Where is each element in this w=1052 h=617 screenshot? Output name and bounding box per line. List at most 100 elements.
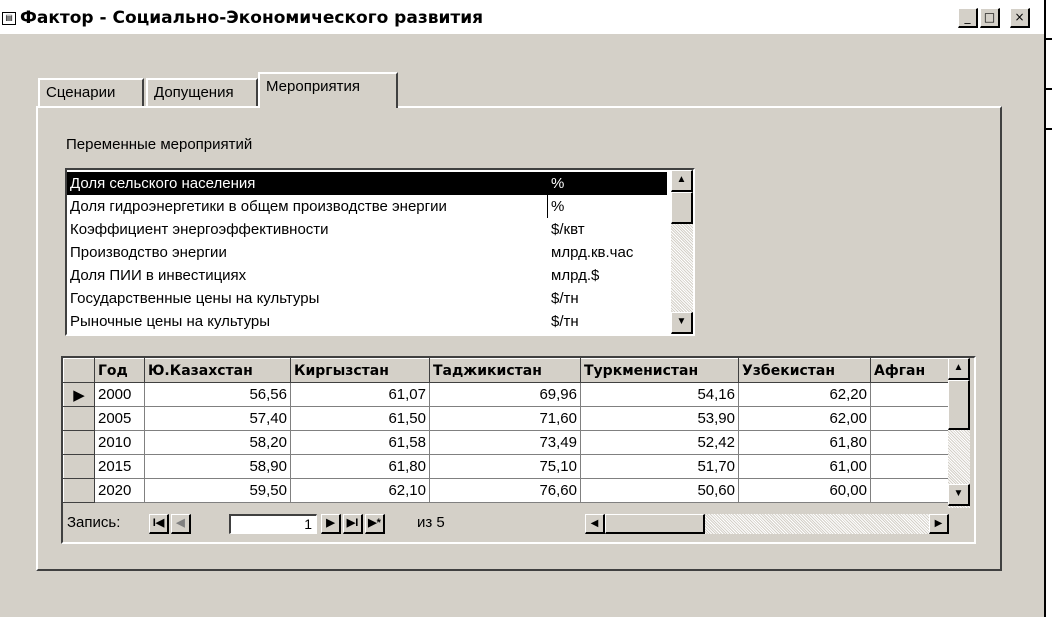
- header-row: Год Ю.Казахстан Киргызстан Таджикистан Т…: [63, 358, 961, 383]
- table-cell[interactable]: 52,42: [580, 430, 739, 455]
- table-cell[interactable]: 69,96: [429, 382, 581, 407]
- current-record-arrow-icon[interactable]: ▶: [63, 382, 95, 407]
- record-number-input[interactable]: 1: [229, 514, 317, 534]
- close-button[interactable]: ×: [1010, 8, 1030, 28]
- scroll-left-icon[interactable]: ◀: [585, 514, 605, 534]
- row-selector[interactable]: [63, 478, 95, 503]
- table-cell[interactable]: 2005: [94, 406, 145, 431]
- list-item-unit: млрд.$: [551, 267, 600, 284]
- table-cell[interactable]: 61,80: [738, 430, 871, 455]
- scroll-up-icon[interactable]: ▲: [948, 358, 970, 380]
- column-header[interactable]: Туркменистан: [580, 358, 739, 383]
- variables-listbox[interactable]: Доля сельского населения % Доля гидроэне…: [65, 168, 695, 336]
- table-row[interactable]: 2015 58,90 61,80 75,10 51,70 61,00: [63, 454, 961, 479]
- list-item[interactable]: Доля ПИИ в инвестициях млрд.$: [67, 264, 667, 287]
- minimize-button[interactable]: _: [958, 8, 978, 28]
- table-cell[interactable]: 61,50: [290, 406, 430, 431]
- table-cell[interactable]: 57,40: [144, 406, 291, 431]
- scroll-thumb[interactable]: [948, 380, 970, 430]
- list-item[interactable]: Государственные цены на культуры $/тн: [67, 287, 667, 310]
- table-cell[interactable]: 2010: [94, 430, 145, 455]
- list-item-name: Доля сельского населения: [70, 175, 256, 192]
- table-cell[interactable]: 61,07: [290, 382, 430, 407]
- table-cell[interactable]: 76,60: [429, 478, 581, 503]
- list-item[interactable]: Производство энергии млрд.кв.час: [67, 241, 667, 264]
- variables-label: Переменные мероприятий: [66, 136, 253, 153]
- last-record-button[interactable]: ▶I: [343, 514, 363, 534]
- table-cell[interactable]: 62,20: [738, 382, 871, 407]
- table-cell[interactable]: 58,20: [144, 430, 291, 455]
- table-cell[interactable]: [870, 382, 961, 407]
- table-cell[interactable]: 75,10: [429, 454, 581, 479]
- table-cell[interactable]: 51,70: [580, 454, 739, 479]
- column-header[interactable]: Год: [94, 358, 145, 383]
- datasheet-subform[interactable]: Год Ю.Казахстан Киргызстан Таджикистан Т…: [61, 356, 976, 544]
- table-cell[interactable]: 2020: [94, 478, 145, 503]
- row-selector-header[interactable]: [63, 358, 95, 383]
- previous-record-button[interactable]: ◀: [171, 514, 191, 534]
- table-cell[interactable]: [870, 478, 961, 503]
- scroll-thumb[interactable]: [671, 192, 693, 224]
- row-selector[interactable]: [63, 430, 95, 455]
- listbox-vertical-scrollbar[interactable]: ▲ ▼: [671, 170, 693, 334]
- data-table: Год Ю.Казахстан Киргызстан Таджикистан Т…: [63, 358, 961, 503]
- column-header[interactable]: Таджикистан: [429, 358, 581, 383]
- table-cell[interactable]: 73,49: [429, 430, 581, 455]
- scroll-thumb[interactable]: [605, 514, 705, 534]
- scroll-down-icon[interactable]: ▼: [948, 484, 970, 506]
- tab-measures[interactable]: Мероприятия: [258, 72, 398, 108]
- table-cell[interactable]: [870, 454, 961, 479]
- new-record-button[interactable]: ▶*: [365, 514, 385, 534]
- scroll-up-icon[interactable]: ▲: [671, 170, 693, 192]
- column-header[interactable]: Ю.Казахстан: [144, 358, 291, 383]
- list-item-unit: млрд.кв.час: [551, 244, 634, 261]
- table-cell[interactable]: 2000: [94, 382, 145, 407]
- table-cell[interactable]: 50,60: [580, 478, 739, 503]
- table-cell[interactable]: 56,56: [144, 382, 291, 407]
- list-item[interactable]: Рыночные цены на культуры $/тн: [67, 310, 667, 333]
- datasheet-vertical-scrollbar[interactable]: ▲ ▼: [948, 358, 970, 508]
- list-item[interactable]: Доля гидроэнергетики в общем производств…: [67, 195, 667, 218]
- table-cell[interactable]: 60,00: [738, 478, 871, 503]
- column-header[interactable]: Киргызстан: [290, 358, 430, 383]
- row-selector[interactable]: [63, 454, 95, 479]
- column-divider: [547, 195, 548, 218]
- table-row[interactable]: 2005 57,40 61,50 71,60 53,90 62,00: [63, 406, 961, 431]
- first-record-button[interactable]: I◀: [149, 514, 169, 534]
- scroll-right-icon[interactable]: ▶: [929, 514, 949, 534]
- table-cell[interactable]: [870, 430, 961, 455]
- list-item-name: Государственные цены на культуры: [70, 290, 320, 307]
- column-header[interactable]: Узбекистан: [738, 358, 871, 383]
- table-cell[interactable]: 54,16: [580, 382, 739, 407]
- list-item-unit: %: [551, 175, 565, 192]
- row-selector[interactable]: [63, 406, 95, 431]
- table-cell[interactable]: 62,10: [290, 478, 430, 503]
- column-header[interactable]: Афган: [870, 358, 961, 383]
- table-cell[interactable]: 61,58: [290, 430, 430, 455]
- tab-scenarios[interactable]: Сценарии: [38, 78, 144, 108]
- table-cell[interactable]: 53,90: [580, 406, 739, 431]
- table-row[interactable]: 2020 59,50 62,10 76,60 50,60 60,00: [63, 478, 961, 503]
- edge-tick: [1044, 38, 1052, 40]
- list-item-unit: $/квт: [551, 221, 585, 238]
- record-navigation-bar: Запись: I◀ ◀ 1 ▶ ▶I ▶* из 5 ◀ ▶: [63, 508, 974, 540]
- list-item-unit: $/тн: [551, 313, 579, 330]
- table-cell[interactable]: 61,80: [290, 454, 430, 479]
- table-cell[interactable]: 71,60: [429, 406, 581, 431]
- edge-tick: [1044, 128, 1052, 130]
- table-cell[interactable]: 2015: [94, 454, 145, 479]
- table-cell[interactable]: 61,00: [738, 454, 871, 479]
- table-cell[interactable]: [870, 406, 961, 431]
- scroll-down-icon[interactable]: ▼: [671, 312, 693, 334]
- maximize-button[interactable]: □: [980, 8, 1000, 28]
- table-cell[interactable]: 59,50: [144, 478, 291, 503]
- table-row[interactable]: 2010 58,20 61,58 73,49 52,42 61,80: [63, 430, 961, 455]
- tab-assumptions[interactable]: Допущения: [146, 78, 258, 108]
- datasheet-horizontal-scrollbar[interactable]: ◀ ▶: [585, 514, 949, 534]
- list-item[interactable]: Коэффициент энергоэффективности $/квт: [67, 218, 667, 241]
- table-row[interactable]: ▶ 2000 56,56 61,07 69,96 54,16 62,20: [63, 382, 961, 407]
- next-record-button[interactable]: ▶: [321, 514, 341, 534]
- list-item[interactable]: Доля сельского населения %: [67, 172, 667, 195]
- table-cell[interactable]: 58,90: [144, 454, 291, 479]
- table-cell[interactable]: 62,00: [738, 406, 871, 431]
